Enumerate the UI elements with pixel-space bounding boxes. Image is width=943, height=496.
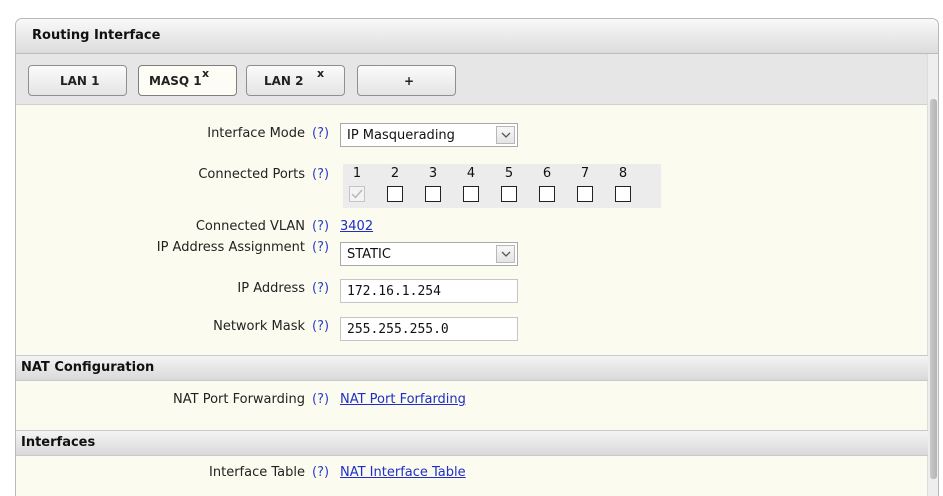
nat-port-forwarding-row: NAT Port Forwarding <box>16 392 305 410</box>
port-number: 8 <box>618 166 628 181</box>
ip-assignment-value: STATIC <box>347 247 391 262</box>
port-number: 6 <box>542 166 552 181</box>
connected-vlan-label: Connected VLAN <box>195 219 305 234</box>
port-4-checkbox[interactable] <box>463 186 479 202</box>
port-number: 3 <box>428 166 438 181</box>
interfaces-header: Interfaces <box>16 430 928 456</box>
ip-address-label: IP Address <box>237 281 305 296</box>
port-2-checkbox[interactable] <box>387 186 403 202</box>
interface-table-link[interactable]: NAT Interface Table <box>340 465 466 480</box>
ip-address-value: 172.16.1.254 <box>347 284 441 299</box>
close-icon[interactable]: x <box>202 67 209 80</box>
interface-mode-value: IP Masquerading <box>347 128 455 143</box>
port-5-checkbox[interactable] <box>501 186 517 202</box>
port-3-checkbox[interactable] <box>425 186 441 202</box>
ip-assignment-select[interactable]: STATIC <box>340 242 518 266</box>
add-tab-button[interactable]: + <box>357 65 456 96</box>
port-number: 1 <box>352 166 362 181</box>
port-number: 2 <box>390 166 400 181</box>
network-mask-input[interactable]: 255.255.255.0 <box>340 317 518 341</box>
port-8-checkbox[interactable] <box>615 186 631 202</box>
nat-configuration-header: NAT Configuration <box>16 355 928 381</box>
tab-lan-2[interactable]: LAN 2 x <box>246 65 345 96</box>
ip-assignment-help[interactable]: (?) <box>312 240 329 255</box>
checkmark-icon <box>351 189 363 199</box>
close-icon[interactable]: x <box>317 67 324 80</box>
panel-title-bar: Routing Interface <box>16 19 938 54</box>
port-6-checkbox[interactable] <box>539 186 555 202</box>
connected-ports-help[interactable]: (?) <box>312 167 329 182</box>
tab-label: LAN 2 <box>264 74 304 88</box>
scrollbar[interactable] <box>927 54 938 496</box>
port-number: 4 <box>466 166 476 181</box>
tab-label: + <box>404 74 415 88</box>
connected-ports-label: Connected Ports <box>198 167 305 182</box>
nat-port-forwarding-link[interactable]: NAT Port Forfarding <box>340 392 466 407</box>
chevron-down-icon <box>496 245 515 263</box>
interface-mode-row: Interface Mode <box>16 126 305 144</box>
ip-address-help[interactable]: (?) <box>312 281 329 296</box>
tab-label: LAN 1 <box>60 74 100 88</box>
connected-vlan-link[interactable]: 3402 <box>340 219 373 234</box>
interface-table-help[interactable]: (?) <box>312 465 329 480</box>
interfaces-title: Interfaces <box>21 435 96 450</box>
connected-vlan-help[interactable]: (?) <box>312 219 329 234</box>
port-number: 5 <box>504 166 514 181</box>
nat-configuration-title: NAT Configuration <box>21 360 155 375</box>
network-mask-label: Network Mask <box>213 319 305 334</box>
ip-address-row: IP Address <box>16 281 305 299</box>
network-mask-row: Network Mask <box>16 319 305 337</box>
tab-strip: LAN 1 MASQ 1 x LAN 2 x + <box>16 54 928 105</box>
nat-port-forwarding-label: NAT Port Forwarding <box>173 392 305 407</box>
interface-table-label: Interface Table <box>209 465 305 480</box>
port-7-checkbox[interactable] <box>577 186 593 202</box>
connected-vlan-row: Connected VLAN <box>16 219 305 237</box>
tab-lan-1[interactable]: LAN 1 <box>28 65 127 96</box>
interface-mode-select[interactable]: IP Masquerading <box>340 123 518 147</box>
port-number: 7 <box>580 166 590 181</box>
connected-ports-grid: 1 2 3 4 5 6 7 8 <box>343 164 661 208</box>
connected-ports-row: Connected Ports <box>16 167 305 185</box>
interface-mode-help[interactable]: (?) <box>312 126 329 141</box>
ip-assignment-row: IP Address Assignment <box>16 240 305 258</box>
interface-mode-label: Interface Mode <box>207 126 305 141</box>
ip-assignment-label: IP Address Assignment <box>156 240 305 255</box>
interface-table-row: Interface Table <box>16 465 305 483</box>
network-mask-help[interactable]: (?) <box>312 319 329 334</box>
nat-port-forwarding-help[interactable]: (?) <box>312 392 329 407</box>
scrollbar-thumb[interactable] <box>930 99 937 479</box>
ip-address-input[interactable]: 172.16.1.254 <box>340 279 518 303</box>
routing-interface-panel: Routing Interface LAN 1 MASQ 1 x LAN 2 x… <box>15 18 939 496</box>
tab-masq-1[interactable]: MASQ 1 x <box>138 65 237 96</box>
tab-label: MASQ 1 <box>149 74 202 88</box>
panel-title: Routing Interface <box>32 28 161 43</box>
chevron-down-icon <box>496 126 515 144</box>
port-1-checkbox[interactable] <box>349 186 365 202</box>
network-mask-value: 255.255.255.0 <box>347 322 449 337</box>
